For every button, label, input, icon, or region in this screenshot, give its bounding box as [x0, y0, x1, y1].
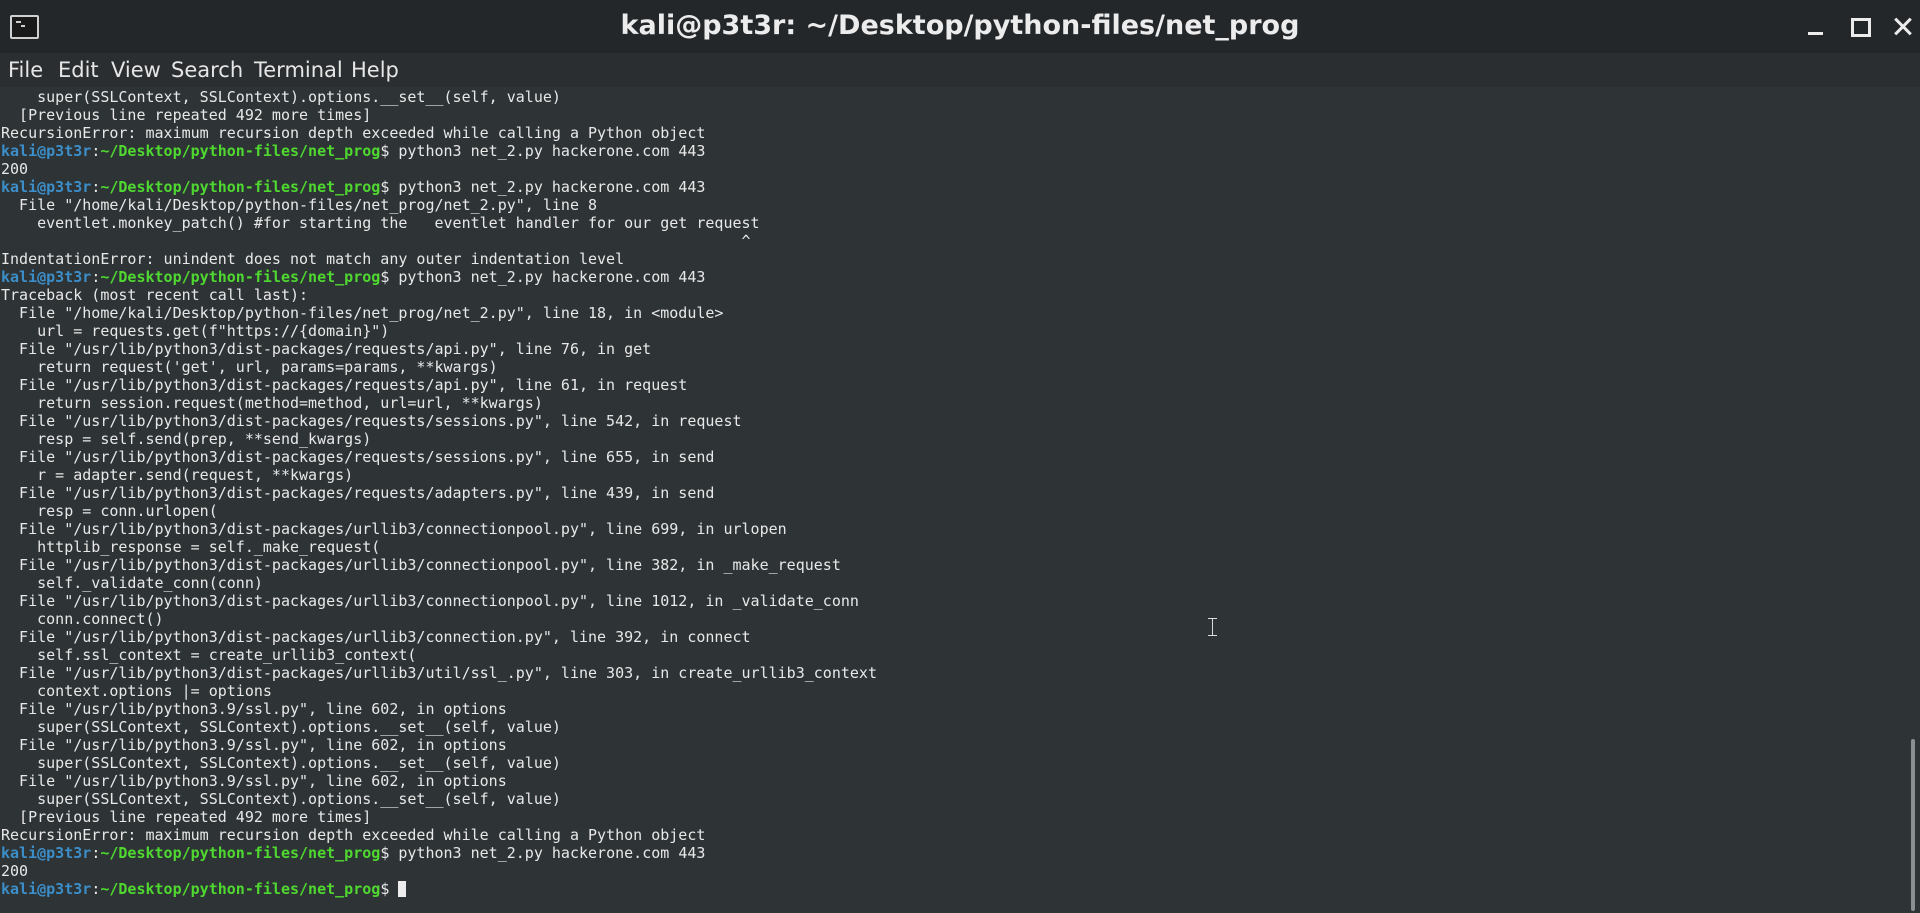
prompt-separator: : [91, 142, 101, 160]
command-text: python3 net_2.py hackerone.com 443 [398, 844, 706, 862]
output-line: self._validate_conn(conn) [1, 574, 263, 592]
output-line: File "/home/kali/Desktop/python-files/ne… [1, 196, 598, 214]
prompt-separator: : [91, 178, 101, 196]
command-text: python3 net_2.py hackerone.com 443 [398, 178, 706, 196]
output-line: File "/usr/lib/python3/dist-packages/req… [1, 484, 715, 502]
terminal-lines: super(SSLContext, SSLContext).options.__… [1, 88, 877, 898]
output-line: httplib_response = self._make_request( [1, 538, 381, 556]
prompt-symbol: $ [380, 178, 399, 196]
prompt-user-host: kali@p3t3r [1, 268, 92, 286]
output-line: self.ssl_context = create_urllib3_contex… [1, 646, 417, 664]
scrollbar-thumb[interactable] [1911, 739, 1915, 911]
prompt-symbol: $ [380, 142, 399, 160]
output-line: resp = conn.urlopen( [1, 502, 218, 520]
menu-terminal[interactable]: Terminal [254, 58, 343, 82]
scrollbar[interactable] [1906, 87, 1920, 913]
prompt-line: kali@p3t3r:~/Desktop/python-files/net_pr… [1, 844, 877, 862]
prompt-symbol: $ [380, 880, 399, 898]
prompt-line: kali@p3t3r:~/Desktop/python-files/net_pr… [1, 142, 877, 160]
output-line: File "/usr/lib/python3/dist-packages/req… [1, 448, 715, 466]
prompt-separator: : [91, 880, 101, 898]
output-line: File "/home/kali/Desktop/python-files/ne… [1, 304, 724, 322]
output-line: super(SSLContext, SSLContext).options.__… [1, 790, 561, 808]
command-text: python3 net_2.py hackerone.com 443 [398, 268, 706, 286]
prompt-path: ~/Desktop/python-files/net_prog [100, 268, 381, 286]
output-line: context.options |= options [1, 682, 272, 700]
output-line: r = adapter.send(request, **kwargs) [1, 466, 354, 484]
output-line: File "/usr/lib/python3.9/ssl.py", line 6… [1, 772, 507, 790]
title-bar[interactable]: kali@p3t3r: ~/Desktop/python-files/net_p… [0, 0, 1920, 53]
prompt-path: ~/Desktop/python-files/net_prog [100, 142, 381, 160]
output-line: File "/usr/lib/python3/dist-packages/url… [1, 520, 787, 538]
prompt-path: ~/Desktop/python-files/net_prog [100, 844, 381, 862]
prompt-path: ~/Desktop/python-files/net_prog [100, 880, 381, 898]
output-line: [Previous line repeated 492 more times] [1, 106, 372, 124]
output-line: super(SSLContext, SSLContext).options.__… [1, 754, 561, 772]
terminal-cursor [398, 881, 407, 897]
prompt-user-host: kali@p3t3r [1, 880, 92, 898]
command-text: python3 net_2.py hackerone.com 443 [398, 142, 706, 160]
output-line: eventlet.monkey_patch() #for starting th… [1, 214, 760, 232]
output-line: return session.request(method=method, ur… [1, 394, 543, 412]
output-line: conn.connect() [1, 610, 164, 628]
prompt-line: kali@p3t3r:~/Desktop/python-files/net_pr… [1, 178, 877, 196]
output-line: File "/usr/lib/python3/dist-packages/url… [1, 592, 859, 610]
menu-file[interactable]: File [8, 58, 43, 82]
prompt-symbol: $ [380, 268, 399, 286]
output-line: File "/usr/lib/python3/dist-packages/req… [1, 376, 688, 394]
output-line: resp = self.send(prep, **send_kwargs) [1, 430, 372, 448]
menu-bar: File Edit View Search Terminal Help [0, 53, 1920, 87]
text-cursor-icon [1208, 618, 1217, 636]
output-line: File "/usr/lib/python3/dist-packages/url… [1, 556, 841, 574]
window-title: kali@p3t3r: ~/Desktop/python-files/net_p… [620, 10, 1300, 41]
output-line: File "/usr/lib/python3/dist-packages/url… [1, 664, 877, 682]
output-line: super(SSLContext, SSLContext).options.__… [1, 88, 561, 106]
output-line: File "/usr/lib/python3.9/ssl.py", line 6… [1, 736, 507, 754]
output-line: [Previous line repeated 492 more times] [1, 808, 372, 826]
prompt-path: ~/Desktop/python-files/net_prog [100, 178, 381, 196]
menu-search[interactable]: Search [171, 58, 243, 82]
minimize-icon[interactable] [1805, 16, 1827, 38]
menu-view[interactable]: View [111, 58, 161, 82]
output-line: File "/usr/lib/python3/dist-packages/req… [1, 340, 652, 358]
output-line: File "/usr/lib/python3/dist-packages/req… [1, 412, 742, 430]
output-line: url = requests.get(f"https://{domain}") [1, 322, 390, 340]
output-line: Traceback (most recent call last): [1, 286, 309, 304]
output-line: IndentationError: unindent does not matc… [1, 250, 625, 268]
close-icon[interactable] [1892, 16, 1914, 38]
prompt-separator: : [91, 268, 101, 286]
prompt-symbol: $ [380, 844, 399, 862]
output-line: super(SSLContext, SSLContext).options.__… [1, 718, 561, 736]
output-line: RecursionError: maximum recursion depth … [1, 826, 706, 844]
menu-help[interactable]: Help [351, 58, 399, 82]
menu-edit[interactable]: Edit [58, 58, 99, 82]
output-line: 200 [1, 160, 29, 178]
prompt-line: kali@p3t3r:~/Desktop/python-files/net_pr… [1, 880, 877, 898]
output-line: RecursionError: maximum recursion depth … [1, 124, 706, 142]
output-line: File "/usr/lib/python3.9/ssl.py", line 6… [1, 700, 507, 718]
output-line: ^ [1, 232, 751, 250]
output-line: 200 [1, 862, 29, 880]
prompt-user-host: kali@p3t3r [1, 844, 92, 862]
prompt-user-host: kali@p3t3r [1, 142, 92, 160]
terminal-window: kali@p3t3r: ~/Desktop/python-files/net_p… [0, 0, 1920, 913]
prompt-user-host: kali@p3t3r [1, 178, 92, 196]
output-line: return request('get', url, params=params… [1, 358, 498, 376]
prompt-separator: : [91, 844, 101, 862]
output-line: File "/usr/lib/python3/dist-packages/url… [1, 628, 751, 646]
prompt-line: kali@p3t3r:~/Desktop/python-files/net_pr… [1, 268, 877, 286]
terminal-output-area[interactable]: super(SSLContext, SSLContext).options.__… [0, 87, 1906, 913]
maximize-icon[interactable] [1849, 16, 1871, 38]
